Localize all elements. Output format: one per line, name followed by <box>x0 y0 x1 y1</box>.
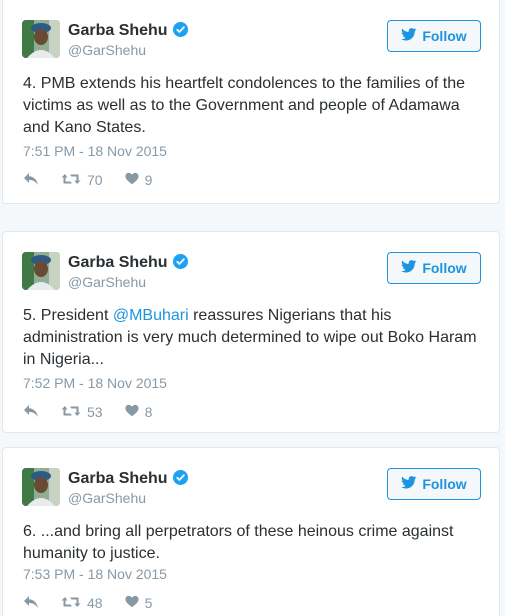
tweet-actions: 48 5 <box>23 594 152 612</box>
like-count: 5 <box>144 595 153 611</box>
follow-label: Follow <box>422 476 467 492</box>
like-button[interactable]: 5 <box>125 595 153 611</box>
tweet-text: 6. ...and bring all perpetrators of thes… <box>23 521 485 565</box>
reply-icon <box>23 595 39 612</box>
author-name-text: Garba Shehu <box>68 470 168 487</box>
retweet-icon <box>61 404 81 421</box>
verified-badge-icon <box>172 254 188 274</box>
tweet-text: 4. PMB extends his heartfelt condolences… <box>23 73 485 139</box>
tweet-text-body: 6. ...and bring all perpetrators of thes… <box>23 523 454 562</box>
author-handle[interactable]: @GarShehu <box>68 490 146 506</box>
tweet-timestamp[interactable]: 7:52 PM - 18 Nov 2015 <box>23 375 167 391</box>
author-name[interactable]: Garba Shehu <box>68 22 188 42</box>
reply-button[interactable] <box>23 595 39 612</box>
retweet-button[interactable]: 48 <box>61 595 103 612</box>
author-name[interactable]: Garba Shehu <box>68 254 188 274</box>
heart-icon <box>125 404 139 420</box>
reply-icon <box>23 404 39 421</box>
verified-badge-icon <box>172 470 188 490</box>
like-count: 9 <box>144 172 153 188</box>
follow-button[interactable]: Follow <box>387 252 481 284</box>
author-handle[interactable]: @GarShehu <box>68 274 146 290</box>
retweet-count: 70 <box>87 172 103 188</box>
heart-icon <box>125 595 139 611</box>
avatar[interactable] <box>22 252 60 290</box>
tweet-card: Garba Shehu @GarShehu Follow 4. PMB exte… <box>2 0 500 204</box>
reply-button[interactable] <box>23 172 39 189</box>
twitter-bird-icon <box>401 476 417 492</box>
like-button[interactable]: 8 <box>125 404 153 420</box>
avatar[interactable] <box>22 468 60 506</box>
tweet-text-body: 5. President <box>23 307 113 324</box>
follow-label: Follow <box>422 260 467 276</box>
mention-link[interactable]: @MBuhari <box>113 307 189 324</box>
follow-label: Follow <box>422 28 467 44</box>
follow-button[interactable]: Follow <box>387 20 481 52</box>
retweet-count: 48 <box>87 595 103 611</box>
follow-button[interactable]: Follow <box>387 468 481 500</box>
retweet-count: 53 <box>87 404 103 420</box>
like-count: 8 <box>144 404 153 420</box>
tweet-actions: 70 9 <box>23 171 152 189</box>
author-name[interactable]: Garba Shehu <box>68 470 188 490</box>
tweet-actions: 53 8 <box>23 403 152 421</box>
author-name-text: Garba Shehu <box>68 254 168 271</box>
tweet-timestamp[interactable]: 7:51 PM - 18 Nov 2015 <box>23 143 167 159</box>
author-name-text: Garba Shehu <box>68 22 168 39</box>
reply-icon <box>23 172 39 189</box>
twitter-bird-icon <box>401 260 417 276</box>
author-handle[interactable]: @GarShehu <box>68 42 146 58</box>
retweet-icon <box>61 172 81 189</box>
retweet-icon <box>61 595 81 612</box>
avatar[interactable] <box>22 20 60 58</box>
tweet-card: Garba Shehu @GarShehu Follow 5. Presiden… <box>2 231 500 433</box>
tweet-timestamp[interactable]: 7:53 PM - 18 Nov 2015 <box>23 566 167 582</box>
retweet-button[interactable]: 70 <box>61 172 103 189</box>
tweet-text-body: 4. PMB extends his heartfelt condolences… <box>23 75 466 136</box>
reply-button[interactable] <box>23 404 39 421</box>
like-button[interactable]: 9 <box>125 172 153 188</box>
twitter-bird-icon <box>401 28 417 44</box>
tweet-card: Garba Shehu @GarShehu Follow 6. ...and b… <box>2 447 500 616</box>
tweet-text: 5. President @MBuhari reassures Nigerian… <box>23 305 485 371</box>
heart-icon <box>125 172 139 188</box>
retweet-button[interactable]: 53 <box>61 404 103 421</box>
verified-badge-icon <box>172 22 188 42</box>
